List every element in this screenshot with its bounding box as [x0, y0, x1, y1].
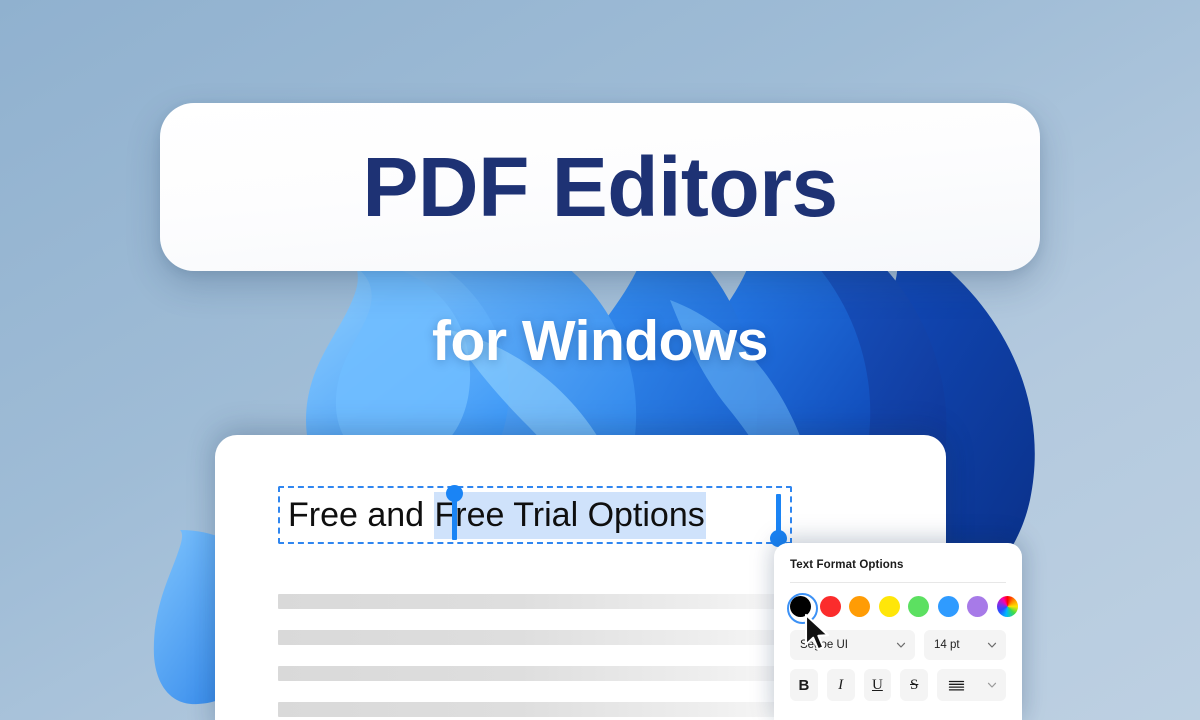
font-size-dropdown[interactable]: 14 pt [924, 630, 1006, 660]
font-size-value: 14 pt [934, 639, 960, 651]
color-swatch-black[interactable] [787, 593, 818, 624]
color-swatch-purple[interactable] [967, 596, 988, 617]
color-swatch-green[interactable] [908, 596, 929, 617]
text-unselected-run: Free and [288, 496, 434, 534]
color-swatch-yellow[interactable] [878, 596, 900, 617]
text-selected-run: Free Trial Options [433, 492, 706, 539]
panel-title: Text Format Options [790, 559, 904, 571]
panel-divider [790, 582, 1006, 583]
screenshot-canvas: PDF Editors for Windows Free and Free Tr… [0, 0, 1200, 720]
page-title: PDF Editors [362, 140, 838, 234]
font-family-dropdown[interactable]: Segoe UI [790, 630, 915, 660]
strikethrough-button[interactable]: S [900, 669, 929, 701]
text-style-button-row: B I U S [790, 669, 1007, 701]
color-swatch-row [787, 593, 1018, 624]
color-swatch-blue[interactable] [937, 596, 959, 617]
chevron-down-icon [987, 642, 997, 648]
hero-title-card: PDF Editors [160, 103, 1040, 271]
color-swatch-orange[interactable] [849, 596, 870, 617]
text-align-dropdown[interactable] [937, 669, 1007, 701]
italic-button[interactable]: I [826, 669, 855, 701]
document-placeholder-line [278, 702, 812, 717]
selection-start-handle[interactable] [446, 485, 463, 502]
color-swatch-red[interactable] [819, 596, 841, 617]
document-placeholder-line [278, 666, 812, 681]
editable-text-box[interactable]: Free and Free Trial Options [278, 485, 792, 547]
font-family-value: Segoe UI [800, 639, 848, 651]
chevron-down-icon [896, 642, 906, 648]
underline-button[interactable]: U [863, 669, 892, 701]
text-format-options-panel: Text Format Options Segoe UI 14 pt B I U… [774, 543, 1022, 720]
document-placeholder-line [278, 630, 812, 645]
bold-button[interactable]: B [790, 669, 818, 701]
color-swatch-rainbow-wheel[interactable] [996, 596, 1018, 617]
document-placeholder-line [278, 594, 812, 609]
font-controls-row: Segoe UI 14 pt [790, 630, 1006, 660]
chevron-down-icon [987, 682, 997, 688]
page-subtitle: for Windows [432, 309, 768, 373]
text-box-content: Free and Free Trial Options [288, 492, 706, 539]
align-justify-icon [948, 680, 965, 691]
